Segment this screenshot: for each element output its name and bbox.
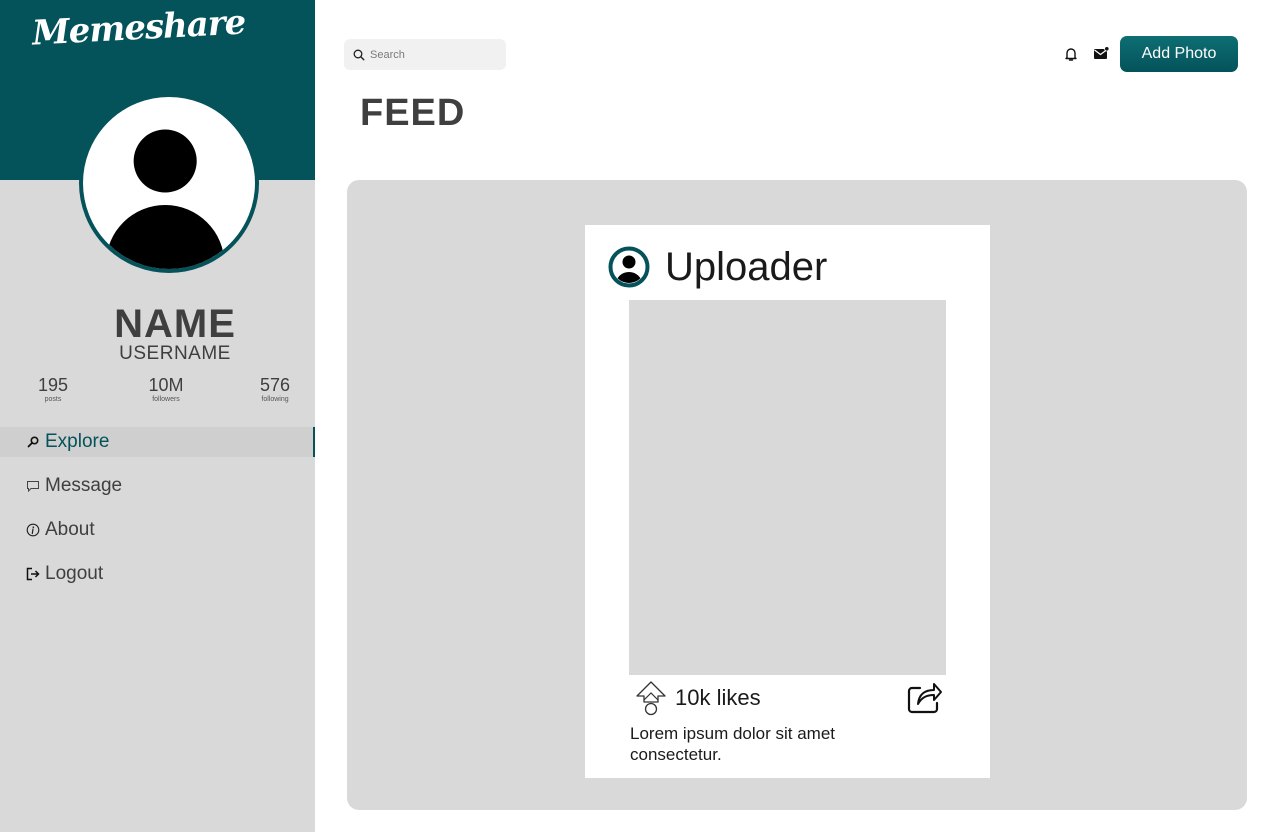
post-caption: Lorem ipsum dolor sit amet consectetur. xyxy=(630,724,836,764)
chat-icon xyxy=(26,479,40,493)
stat-followers[interactable]: 10M followers xyxy=(126,375,206,403)
stat-posts[interactable]: 195 posts xyxy=(13,375,93,403)
likes-count: 10k likes xyxy=(675,685,761,710)
upvote-icon[interactable] xyxy=(634,680,668,716)
sidebar-item-explore[interactable]: Explore xyxy=(0,427,315,457)
sidebar-nav: Explore Message About Logout xyxy=(0,427,315,589)
post-image[interactable] xyxy=(629,300,946,675)
sidebar-item-label: Message xyxy=(45,475,123,496)
sidebar-item-logout[interactable]: Logout xyxy=(0,559,315,589)
sidebar-item-about[interactable]: About xyxy=(0,515,315,545)
profile-username: USERNAME xyxy=(119,343,231,364)
stat-following[interactable]: 576 following xyxy=(235,375,315,403)
profile-name: NAME xyxy=(114,302,236,346)
sidebar-item-label: Logout xyxy=(45,563,104,584)
stat-label: following xyxy=(261,396,289,403)
stat-value: 195 xyxy=(37,375,69,395)
add-photo-button[interactable]: Add Photo xyxy=(1120,36,1238,72)
info-icon xyxy=(26,523,40,537)
sidebar-item-message[interactable]: Message xyxy=(0,471,315,501)
stat-value: 10M xyxy=(148,375,184,395)
page-title: FEED xyxy=(360,92,466,134)
sidebar-item-label: About xyxy=(45,519,95,540)
share-icon[interactable] xyxy=(907,680,943,714)
app-logo[interactable]: Memeshare xyxy=(31,2,246,53)
sidebar: Memeshare NAME USERNAME 195 posts 10M fo… xyxy=(0,0,315,832)
search-icon xyxy=(26,435,40,449)
uploader-name[interactable]: Uploader xyxy=(665,245,827,290)
user-silhouette-icon xyxy=(105,129,225,269)
search-bar[interactable] xyxy=(344,39,506,70)
stat-label: posts xyxy=(44,396,62,403)
feed-container: Uploader 10k likes Lorem ipsum dolor sit… xyxy=(347,180,1247,810)
logout-icon xyxy=(26,567,40,581)
search-input[interactable] xyxy=(370,48,500,61)
sidebar-item-label: Explore xyxy=(45,431,110,452)
profile-avatar[interactable] xyxy=(79,93,259,273)
mail-icon[interactable] xyxy=(1093,46,1109,62)
stat-label: followers xyxy=(152,396,180,403)
app-root: Memeshare NAME USERNAME 195 posts 10M fo… xyxy=(0,0,1280,832)
stat-value: 576 xyxy=(259,375,291,395)
search-icon xyxy=(353,49,365,61)
post-card: Uploader 10k likes Lorem ipsum dolor sit… xyxy=(585,225,990,778)
bell-icon[interactable] xyxy=(1063,46,1079,62)
user-avatar-icon[interactable] xyxy=(608,246,650,288)
